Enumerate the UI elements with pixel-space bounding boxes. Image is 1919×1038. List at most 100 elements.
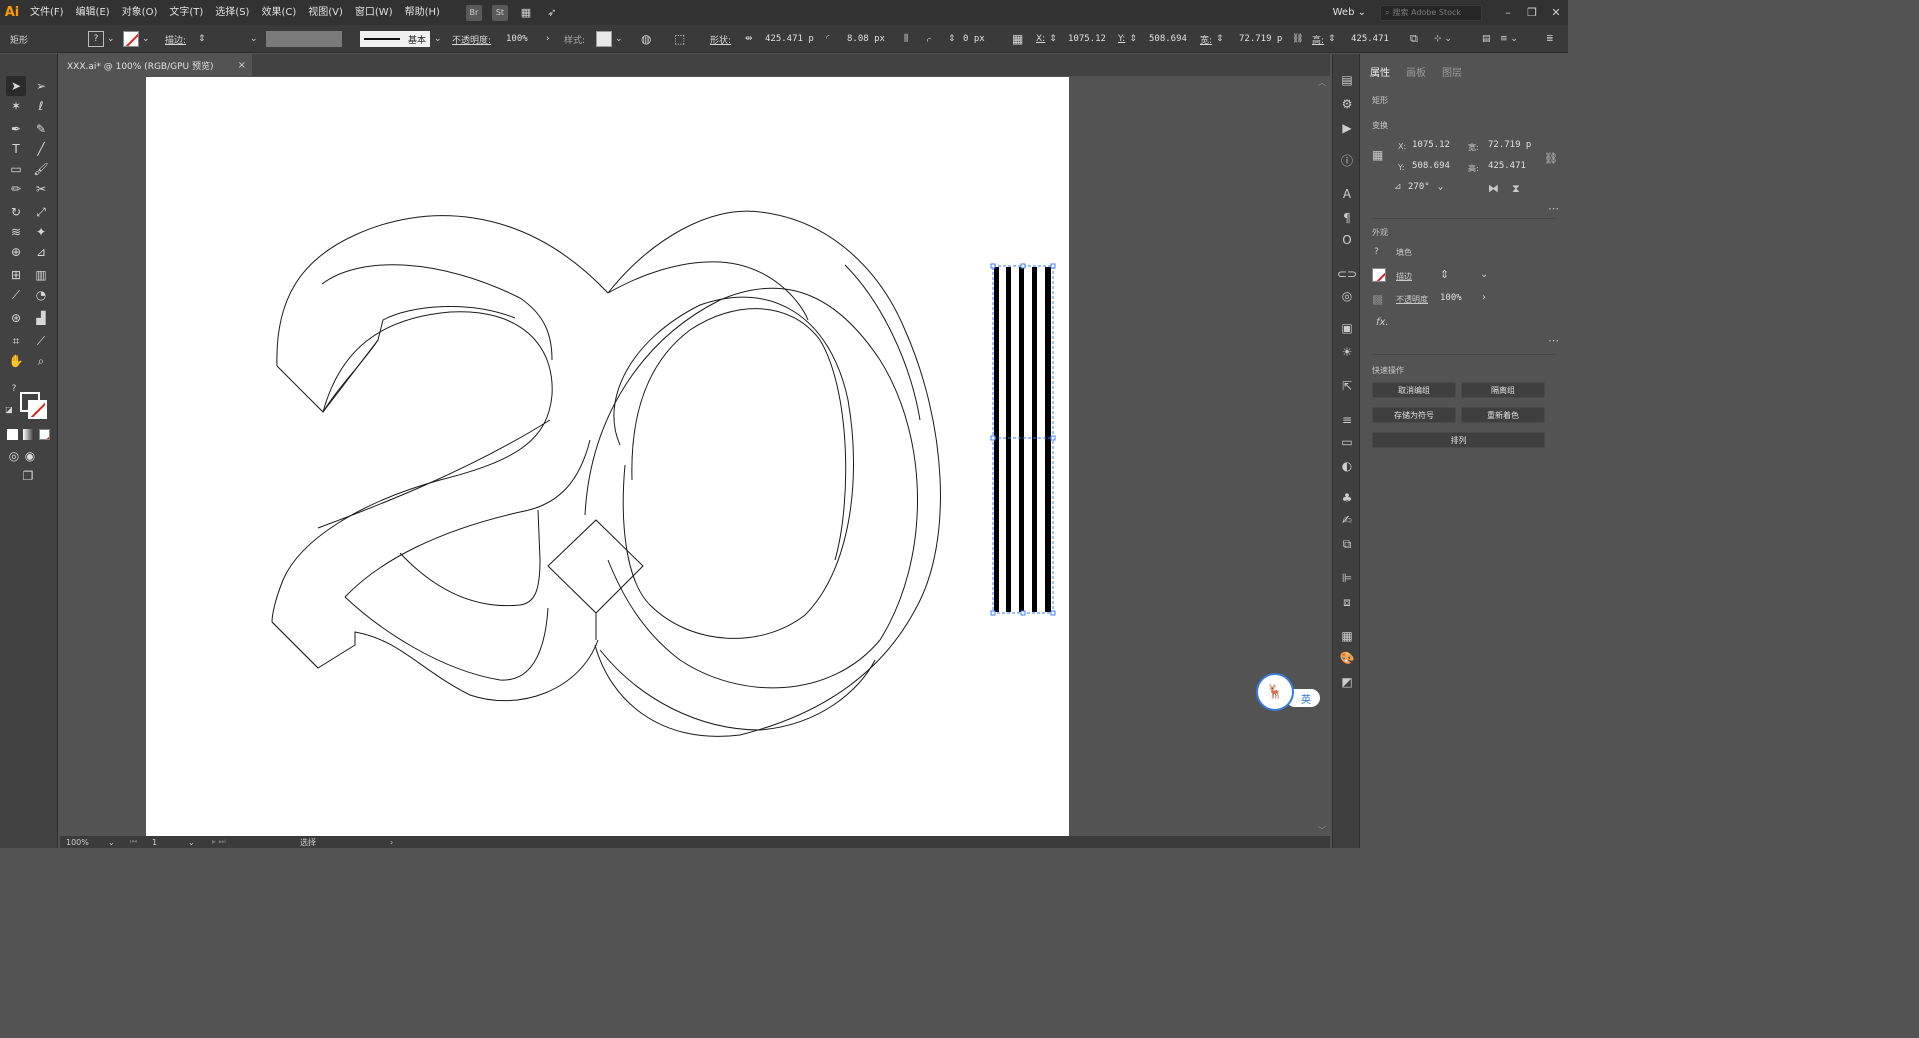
- opacity-field[interactable]: 100%: [1436, 291, 1476, 305]
- stroke-label[interactable]: 描边: [1396, 271, 1412, 282]
- arrange-icon[interactable]: ▤: [1482, 31, 1491, 47]
- bridge-button[interactable]: Br: [465, 4, 482, 21]
- gradient-tool-icon[interactable]: ▥: [31, 265, 51, 285]
- type-tool-icon[interactable]: T: [6, 139, 26, 159]
- selection-handle[interactable]: [1020, 610, 1026, 616]
- stroke-weight-dropdown[interactable]: ⌄: [250, 31, 258, 47]
- reference-point-icon[interactable]: ▦: [1372, 148, 1383, 162]
- scroll-down-icon[interactable]: ﹀: [1318, 825, 1326, 836]
- fill-label[interactable]: 填色: [1396, 247, 1412, 258]
- curvature-tool-icon[interactable]: ✎: [31, 119, 51, 139]
- height-input[interactable]: 425.471: [1348, 31, 1392, 47]
- default-colors-icon[interactable]: ◪: [4, 404, 14, 414]
- stepper-icon[interactable]: ⇕: [948, 31, 956, 47]
- info-icon[interactable]: ⓘ: [1339, 152, 1355, 168]
- ime-indicator[interactable]: 英 🦌: [1256, 673, 1322, 713]
- tab-properties[interactable]: 属性: [1362, 64, 1398, 82]
- rectangle-tool-icon[interactable]: ▭: [6, 159, 26, 179]
- slice-tool-icon[interactable]: ⟋: [31, 331, 51, 351]
- x-label[interactable]: X:: [1036, 34, 1045, 44]
- properties-icon[interactable]: ⚙: [1339, 96, 1355, 112]
- transform-icon[interactable]: ⧉: [1410, 31, 1418, 47]
- export-icon[interactable]: ⇱: [1339, 378, 1355, 394]
- arrange-button[interactable]: 排列: [1372, 432, 1545, 448]
- constrain-proportions-icon[interactable]: ⛓: [1292, 31, 1303, 47]
- column-graph-tool-icon[interactable]: ▟: [31, 308, 51, 328]
- pathfinder-icon[interactable]: ⧈: [1339, 594, 1355, 610]
- artboard-nav-icon[interactable]: ▸ ⏭: [212, 837, 292, 847]
- selection-handle[interactable]: [1020, 263, 1026, 269]
- workspace-switcher[interactable]: Web ⌄: [1333, 7, 1366, 18]
- fill-swatch[interactable]: ? ⌄: [88, 31, 115, 47]
- artboard[interactable]: [146, 77, 1069, 836]
- first-artboard-icon[interactable]: ⏮: [130, 837, 152, 847]
- isolate-icon[interactable]: ⊹ ⌄: [1434, 31, 1452, 47]
- artboard-number[interactable]: 1: [152, 838, 188, 847]
- ime-deer-icon[interactable]: 🦌: [1256, 673, 1294, 711]
- close-tab-icon[interactable]: ×: [238, 60, 246, 71]
- brushes-panel-icon[interactable]: ✍: [1339, 512, 1355, 528]
- more-options-icon[interactable]: ⋯: [1548, 202, 1559, 215]
- stepper-icon[interactable]: ⇕: [1440, 268, 1449, 281]
- warp-tool-icon[interactable]: ≋: [6, 222, 26, 242]
- stepper-icon[interactable]: ⇕: [1216, 34, 1224, 44]
- menu-file[interactable]: 文件(F): [24, 0, 70, 25]
- width-field[interactable]: 72.719 p: [1484, 138, 1544, 152]
- opacity-input[interactable]: 100%: [503, 31, 543, 47]
- symbols-panel-icon[interactable]: ♣: [1339, 490, 1355, 506]
- tab-layers[interactable]: 图层: [1434, 64, 1470, 82]
- brush-definition-dropdown[interactable]: 基本: [360, 31, 430, 47]
- artwork-2020-outline[interactable]: [146, 77, 1069, 836]
- width-input[interactable]: 72.719 p: [1236, 31, 1285, 47]
- stock-button[interactable]: St: [491, 4, 508, 21]
- isolate-group-button[interactable]: 隔离组: [1461, 382, 1545, 398]
- align-panel-icon[interactable]: ⊫: [1339, 570, 1355, 586]
- none-mode-icon[interactable]: [39, 429, 50, 440]
- chevron-down-icon[interactable]: ⌄: [434, 31, 442, 47]
- hand-tool-icon[interactable]: ✋: [6, 351, 26, 371]
- more-options-icon[interactable]: ⋯: [1548, 334, 1559, 347]
- stock-search-input[interactable]: ⌕ 搜索 Adobe Stock: [1380, 4, 1482, 21]
- link-corners-icon[interactable]: ⫼: [904, 31, 908, 47]
- shape-width-input[interactable]: 425.471 p: [762, 31, 817, 47]
- shape-label[interactable]: 形状:: [710, 33, 731, 46]
- transparency-panel-icon[interactable]: ◐: [1339, 458, 1355, 474]
- offset-input[interactable]: 0 px: [960, 31, 988, 47]
- shape-builder-tool-icon[interactable]: ⊕: [6, 242, 26, 262]
- cc-libraries-icon[interactable]: ◎: [1339, 288, 1355, 304]
- reference-point-icon[interactable]: ▦: [1012, 31, 1023, 47]
- magic-wand-tool-icon[interactable]: ✶: [6, 96, 26, 116]
- graphic-style-swatch[interactable]: [596, 31, 612, 47]
- restore-icon[interactable]: ❐: [1520, 6, 1544, 19]
- menu-help[interactable]: 帮助(H): [399, 0, 446, 25]
- options-icon[interactable]: ≣: [1546, 31, 1554, 47]
- stepper-icon[interactable]: ⇕: [1328, 34, 1336, 44]
- y-field[interactable]: 508.694: [1408, 159, 1460, 173]
- corner-radius-input[interactable]: 8.08 px: [844, 31, 888, 47]
- flip-horizontal-icon[interactable]: ⧓: [1488, 182, 1499, 195]
- selection-handle[interactable]: [1050, 435, 1056, 441]
- height-label[interactable]: 高:: [1312, 33, 1324, 46]
- menu-edit[interactable]: 编辑(E): [70, 0, 116, 25]
- chevron-down-icon[interactable]: ⌄: [1480, 269, 1488, 280]
- chevron-right-icon[interactable]: ›: [1482, 292, 1486, 303]
- height-field[interactable]: 425.471: [1484, 159, 1544, 173]
- constrain-proportions-icon[interactable]: ⛓: [1544, 152, 1558, 165]
- menu-type[interactable]: 文字(T): [163, 0, 209, 25]
- stroke-box[interactable]: [28, 400, 47, 419]
- graphic-styles-icon[interactable]: ⧉: [1339, 536, 1355, 552]
- flip-vertical-icon[interactable]: ⧗: [1512, 182, 1520, 196]
- draw-behind-icon[interactable]: ◉: [20, 446, 40, 466]
- selection-handle[interactable]: [990, 263, 996, 269]
- lasso-tool-icon[interactable]: ℓ: [31, 96, 51, 116]
- opacity-label[interactable]: 不透明度:: [452, 33, 491, 46]
- scale-tool-icon[interactable]: ⤢: [31, 202, 51, 222]
- selection-tool-icon[interactable]: ➤: [6, 76, 26, 96]
- actions-icon[interactable]: ▶: [1339, 120, 1355, 136]
- close-window-icon[interactable]: ✕: [1544, 6, 1568, 19]
- chevron-down-icon[interactable]: ⌄: [108, 838, 130, 847]
- question-icon[interactable]: ?: [8, 383, 20, 395]
- links-icon[interactable]: ⊂⊃: [1337, 266, 1357, 282]
- recolor-button[interactable]: 重新着色: [1461, 407, 1545, 423]
- mesh-tool-icon[interactable]: ⊞: [6, 265, 26, 285]
